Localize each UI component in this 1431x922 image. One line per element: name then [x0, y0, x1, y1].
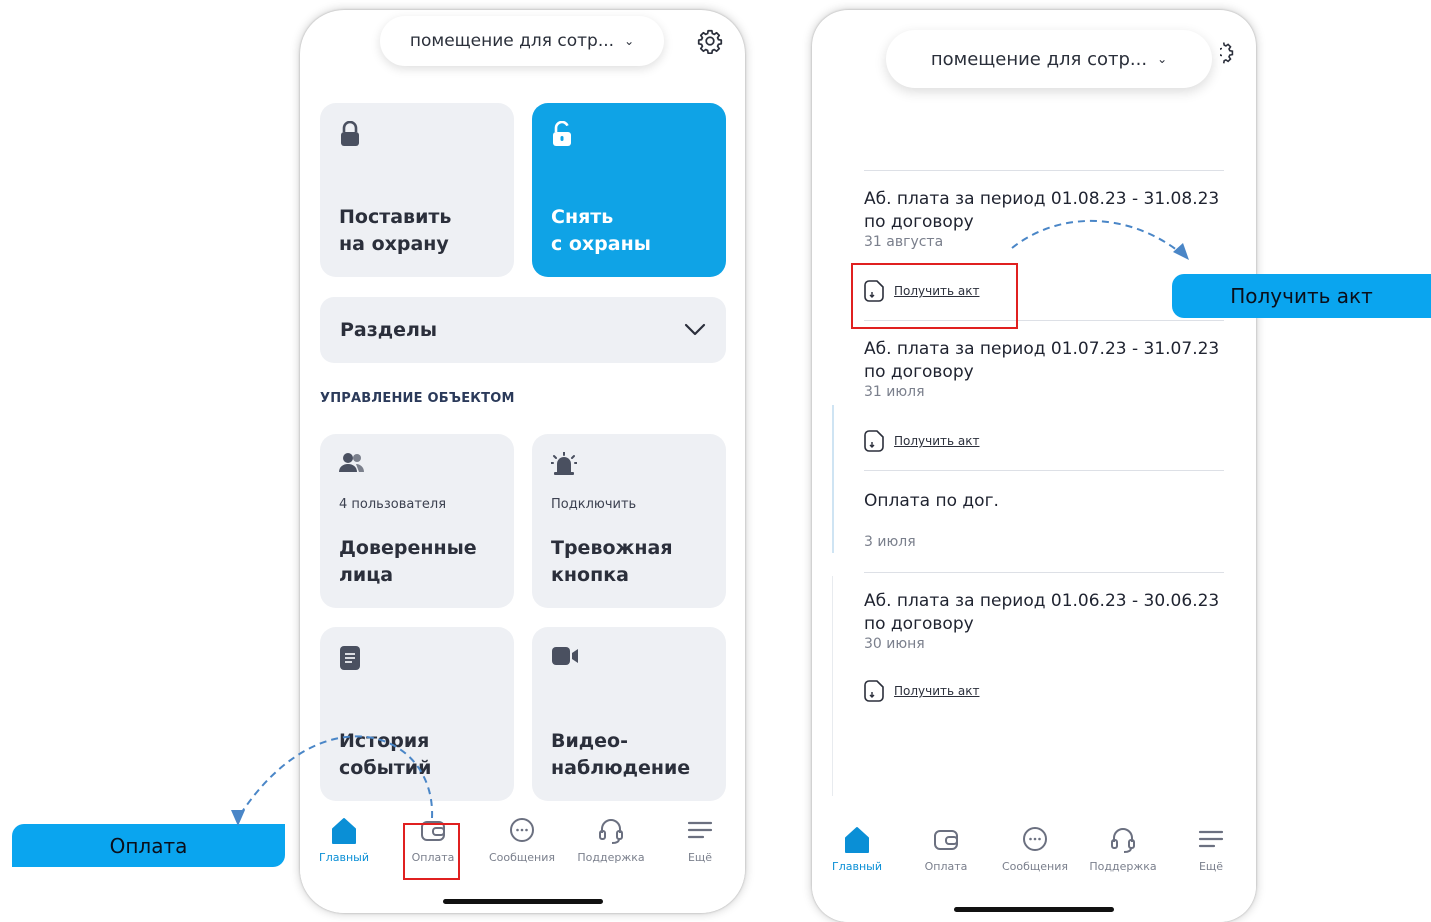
scroll-edge — [832, 576, 833, 796]
arm-tile[interactable]: Поставить на охрану — [320, 103, 514, 277]
tab-home[interactable]: Главный — [301, 817, 387, 864]
list-divider — [864, 170, 1224, 171]
unlock-icon — [553, 121, 571, 146]
item-date: 31 июля — [864, 384, 925, 400]
item-subtitle: по договору — [864, 362, 974, 382]
item-subtitle: по договору — [864, 614, 974, 634]
disarm-tile-title: Снять с охраны — [551, 206, 651, 255]
panic-connect-label: Подключить — [551, 497, 637, 512]
home-icon — [332, 818, 356, 844]
gear-icon[interactable] — [697, 28, 723, 54]
item-title: Аб. плата за период 01.06.23 - 30.06.23 — [864, 591, 1220, 611]
tab-more[interactable]: Ещё — [657, 817, 743, 864]
tab-home[interactable]: Главный — [814, 826, 900, 873]
chat-bubble-icon — [1023, 827, 1047, 851]
phone-home-screen: помещение для сотр... ⌄ Поставить на охра… — [300, 10, 745, 913]
get-act-link[interactable]: Получить акт — [864, 680, 980, 702]
list-item[interactable]: Аб. плата за период 01.07.23 - 31.07.23 … — [864, 338, 1224, 400]
video-surveillance-title: Видео-наблюдение — [551, 730, 691, 779]
payment-tab-highlight — [403, 823, 460, 880]
trusted-count: 4 пользователя — [339, 497, 447, 512]
event-history-title: История событий — [339, 730, 432, 779]
home-icon — [845, 827, 869, 853]
tab-more-label: Ещё — [1198, 860, 1224, 873]
tab-home-label: Главный — [319, 851, 369, 864]
get-act-label: Получить акт — [894, 684, 980, 698]
chevron-down-icon — [684, 323, 706, 336]
home-indicator — [442, 899, 603, 904]
list-divider — [864, 572, 1224, 573]
item-date: 31 августа — [864, 234, 944, 250]
tab-messages[interactable]: Сообщения — [479, 817, 565, 864]
panic-button-title: Тревожная кнопка — [551, 537, 673, 586]
bottom-tab-bar: Главный Оплата Сообщения Поддержка Ещё — [300, 803, 745, 913]
item-title: Оплата по дог. — [864, 491, 999, 511]
home-indicator — [954, 907, 1114, 912]
get-act-label: Получить акт — [894, 434, 980, 448]
tab-messages-label: Сообщения — [488, 851, 555, 864]
document-download-icon — [864, 680, 884, 702]
tab-messages[interactable]: Сообщения — [992, 826, 1078, 873]
chevron-down-icon: ⌄ — [1157, 52, 1168, 66]
item-subtitle: по договору — [864, 212, 974, 232]
tab-support[interactable]: Поддержка — [568, 817, 654, 864]
tab-more[interactable]: Ещё — [1168, 826, 1254, 873]
lock-icon — [341, 121, 359, 146]
menu-icon — [1198, 830, 1224, 848]
gear-icon[interactable] — [1220, 40, 1234, 64]
list-divider — [864, 470, 1224, 471]
get-act-callout: Получить акт — [1172, 274, 1431, 318]
document-download-icon — [864, 430, 884, 452]
panic-button-tile[interactable]: Подключить Тревожная кнопка — [532, 434, 726, 608]
tab-support[interactable]: Поддержка — [1080, 826, 1166, 873]
list-item[interactable]: Аб. плата за период 01.06.23 - 30.06.23 … — [864, 590, 1224, 652]
chat-bubble-icon — [510, 818, 534, 842]
tab-payment[interactable]: Оплата — [903, 826, 989, 873]
object-selector[interactable]: помещение для сотр... ⌄ — [380, 16, 664, 66]
sections-label: Разделы — [340, 319, 438, 341]
list-item[interactable]: Аб. плата за период 01.08.23 - 31.08.23 … — [864, 188, 1224, 250]
phone-payments-screen: помещение для сотр... ⌄ Аб. плата за пер… — [812, 10, 1256, 922]
object-selector[interactable]: помещение для сотр... ⌄ — [886, 30, 1212, 88]
object-selector-label: помещение для сотр... — [409, 31, 615, 51]
tab-payment-label: Оплата — [924, 860, 968, 873]
siren-icon — [551, 452, 577, 475]
scroll-edge — [832, 405, 834, 553]
item-date: 3 июля — [864, 534, 916, 550]
headset-icon — [1111, 828, 1135, 853]
tab-home-label: Главный — [832, 860, 882, 873]
trusted-persons-title: Доверенные лица — [339, 537, 477, 586]
section-heading: УПРАВЛЕНИЕ ОБЪЕКТОМ — [320, 391, 515, 406]
get-act-link[interactable]: Получить акт — [864, 430, 980, 452]
document-icon — [340, 646, 360, 670]
event-history-tile[interactable]: История событий — [320, 627, 514, 801]
users-icon — [339, 453, 364, 472]
wallet-icon — [934, 830, 958, 850]
item-title: Аб. плата за период 01.07.23 - 31.07.23 — [864, 339, 1220, 359]
video-surveillance-tile[interactable]: Видео-наблюдение — [532, 627, 726, 801]
item-title: Аб. плата за период 01.08.23 - 31.08.23 — [864, 189, 1220, 209]
payment-callout: Оплата — [12, 824, 285, 867]
chevron-down-icon: ⌄ — [624, 34, 635, 48]
trusted-persons-tile[interactable]: 4 пользователя Доверенные лица — [320, 434, 514, 608]
sections-dropdown[interactable]: Разделы — [320, 297, 726, 363]
video-camera-icon — [552, 647, 578, 665]
object-selector-label: помещение для сотр... — [930, 48, 1148, 70]
get-act-highlight — [851, 263, 1018, 329]
tab-support-label: Поддержка — [1089, 860, 1157, 873]
tab-support-label: Поддержка — [577, 851, 645, 864]
tab-messages-label: Сообщения — [1001, 860, 1068, 873]
item-date: 30 июня — [864, 636, 925, 652]
tab-more-label: Ещё — [687, 851, 713, 864]
headset-icon — [599, 819, 623, 844]
disarm-tile[interactable]: Снять с охраны — [532, 103, 726, 277]
menu-icon — [687, 821, 713, 839]
bottom-tab-bar: Главный Оплата Сообщения Поддержка Ещё — [812, 802, 1256, 922]
arm-tile-title: Поставить на охрану — [339, 206, 452, 255]
list-item[interactable]: Оплата по дог. — [864, 490, 1224, 513]
